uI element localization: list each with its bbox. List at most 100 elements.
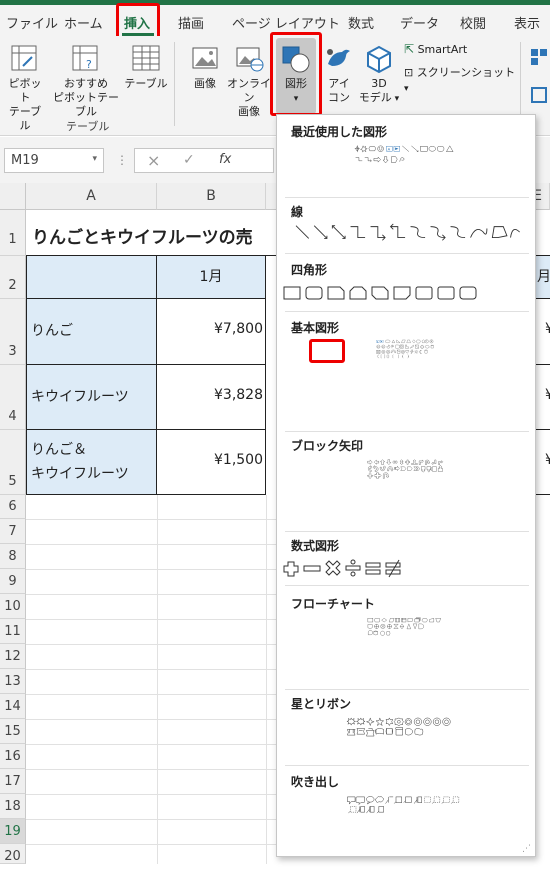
cancel-icon[interactable]: ×: [147, 151, 160, 170]
row-header[interactable]: 5: [0, 430, 26, 495]
row-header-selected[interactable]: 19: [0, 819, 26, 844]
tab-review[interactable]: 校閲: [460, 13, 486, 32]
gridline: [157, 495, 158, 864]
row-header[interactable]: 16: [0, 744, 26, 769]
equation-shapes-row[interactable]: [281, 559, 531, 579]
shapes-dropdown-arrow: ▾: [294, 94, 299, 104]
tab-draw[interactable]: 描画: [178, 13, 204, 32]
smartart-icon: ⇱: [404, 42, 414, 56]
row-header[interactable]: 18: [0, 794, 26, 819]
callouts-grid[interactable]: [281, 795, 531, 815]
svg-text:10: 10: [377, 346, 379, 348]
cell-b5[interactable]: ¥1,500: [157, 430, 266, 495]
panel-resize-grip-icon[interactable]: ⋰: [522, 844, 531, 854]
screenshot-label: スクリーンショット: [417, 66, 515, 79]
col-header-b[interactable]: B: [157, 183, 266, 210]
cell-b3[interactable]: ¥7,800: [157, 299, 266, 365]
row-header[interactable]: 13: [0, 669, 26, 694]
cell-b2[interactable]: 1月: [157, 256, 266, 299]
flowchart-grid[interactable]: [281, 617, 531, 637]
row-header[interactable]: 20: [0, 844, 26, 864]
pivot-table-button[interactable]: ピボット テーブル: [4, 44, 46, 133]
row-header[interactable]: 6: [0, 495, 26, 519]
gridline: [26, 819, 276, 820]
row-header[interactable]: 3: [0, 299, 26, 365]
section-recent-shapes: 最近使用した図形: [291, 123, 387, 140]
row-header[interactable]: 1: [0, 210, 26, 256]
cell-a3[interactable]: りんご: [26, 299, 157, 365]
name-box[interactable]: M19 ▾: [4, 148, 104, 173]
cell-b4[interactable]: ¥3,828: [157, 365, 266, 430]
stars-banners-grid[interactable]: [281, 717, 531, 737]
row-header[interactable]: 12: [0, 644, 26, 669]
svg-text:A: A: [388, 147, 391, 151]
section-separator: [285, 531, 529, 532]
recent-shapes-row[interactable]: A: [281, 145, 531, 165]
tab-home[interactable]: ホーム: [64, 13, 103, 32]
table-button[interactable]: テーブル: [124, 44, 168, 91]
row-header[interactable]: 14: [0, 694, 26, 719]
3d-model-button[interactable]: 3D モデル ▾: [358, 44, 400, 106]
addins-icon[interactable]: [530, 48, 548, 66]
cell-a5-line1: りんご＆: [31, 442, 87, 458]
row-header[interactable]: 11: [0, 619, 26, 644]
section-block-arrows: ブロック矢印: [291, 437, 363, 454]
tab-page-layout[interactable]: ページ レイアウト: [232, 13, 340, 32]
tab-insert[interactable]: 挿入: [124, 13, 150, 32]
shapes-label: 図形: [285, 77, 307, 90]
rec-pivot-label-1: おすすめ: [64, 77, 108, 90]
rectangles-row[interactable]: [281, 283, 531, 303]
row-header[interactable]: 7: [0, 519, 26, 544]
shapes-button[interactable]: 図形 ▾: [276, 38, 316, 114]
cube-icon: [364, 44, 394, 74]
row-header[interactable]: 2: [0, 256, 26, 299]
select-all-corner[interactable]: [0, 183, 26, 210]
col-header-a[interactable]: A: [26, 183, 157, 210]
section-flowchart: フローチャート: [291, 595, 375, 612]
recommended-pivot-icon: ?: [71, 44, 101, 74]
online-pictures-button[interactable]: オンライン 画像: [226, 44, 272, 119]
online-label-1: オンライン: [227, 77, 271, 104]
name-box-value: M19: [11, 153, 39, 168]
section-separator: [285, 689, 529, 690]
name-box-dropdown-icon[interactable]: ▾: [92, 154, 97, 164]
insert-function-icon[interactable]: fx: [219, 152, 231, 167]
tab-data[interactable]: データ: [400, 13, 439, 32]
block-arrows-grid[interactable]: [281, 459, 531, 479]
smartart-button[interactable]: ⇱ SmartArt: [404, 42, 494, 57]
cell-a4[interactable]: キウイフルーツ: [26, 365, 157, 430]
row-header[interactable]: 9: [0, 569, 26, 594]
rec-pivot-label-2: ピボットテーブル: [53, 91, 119, 118]
cell-a5[interactable]: りんご＆ キウイフルーツ: [26, 430, 157, 495]
icons-button[interactable]: アイ コン: [322, 44, 356, 105]
model3d-label-2: モデル: [359, 91, 392, 104]
basic-shapes-grid[interactable]: A 7 8 10 12: [281, 339, 531, 359]
row-header[interactable]: 15: [0, 719, 26, 744]
picture-button[interactable]: 画像: [186, 44, 224, 91]
row-header[interactable]: 8: [0, 544, 26, 569]
recommended-charts-icon[interactable]: [530, 86, 548, 104]
bird-icon: [324, 44, 354, 74]
icons-label-1: アイ: [328, 77, 349, 90]
tab-file[interactable]: ファイル: [6, 13, 58, 32]
picture-label: 画像: [194, 77, 216, 90]
gridline: [26, 544, 276, 545]
icons-label-2: コン: [328, 91, 350, 104]
gridline: [26, 794, 276, 795]
section-stars-banners: 星とリボン: [291, 695, 351, 712]
gridline: [26, 519, 276, 520]
gridline: [26, 744, 276, 745]
lines-row[interactable]: [281, 223, 531, 243]
row-header[interactable]: 4: [0, 365, 26, 430]
screenshot-button[interactable]: ⊡ スクリーンショット ▾: [404, 66, 518, 96]
shapes-icon: [281, 44, 311, 74]
row-header[interactable]: 17: [0, 769, 26, 794]
ribbon-tabs: ファイル ホーム 挿入 描画 ページ レイアウト 数式 データ 校閲 表示: [0, 5, 550, 36]
row-header[interactable]: 10: [0, 594, 26, 619]
gridline: [26, 769, 276, 770]
tab-formulas[interactable]: 数式: [348, 13, 374, 32]
tab-view[interactable]: 表示: [514, 13, 540, 32]
cell-a2[interactable]: [26, 256, 157, 299]
enter-icon[interactable]: ✓: [183, 152, 195, 168]
recommended-pivot-button[interactable]: ? おすすめ ピボットテーブル: [48, 44, 124, 119]
